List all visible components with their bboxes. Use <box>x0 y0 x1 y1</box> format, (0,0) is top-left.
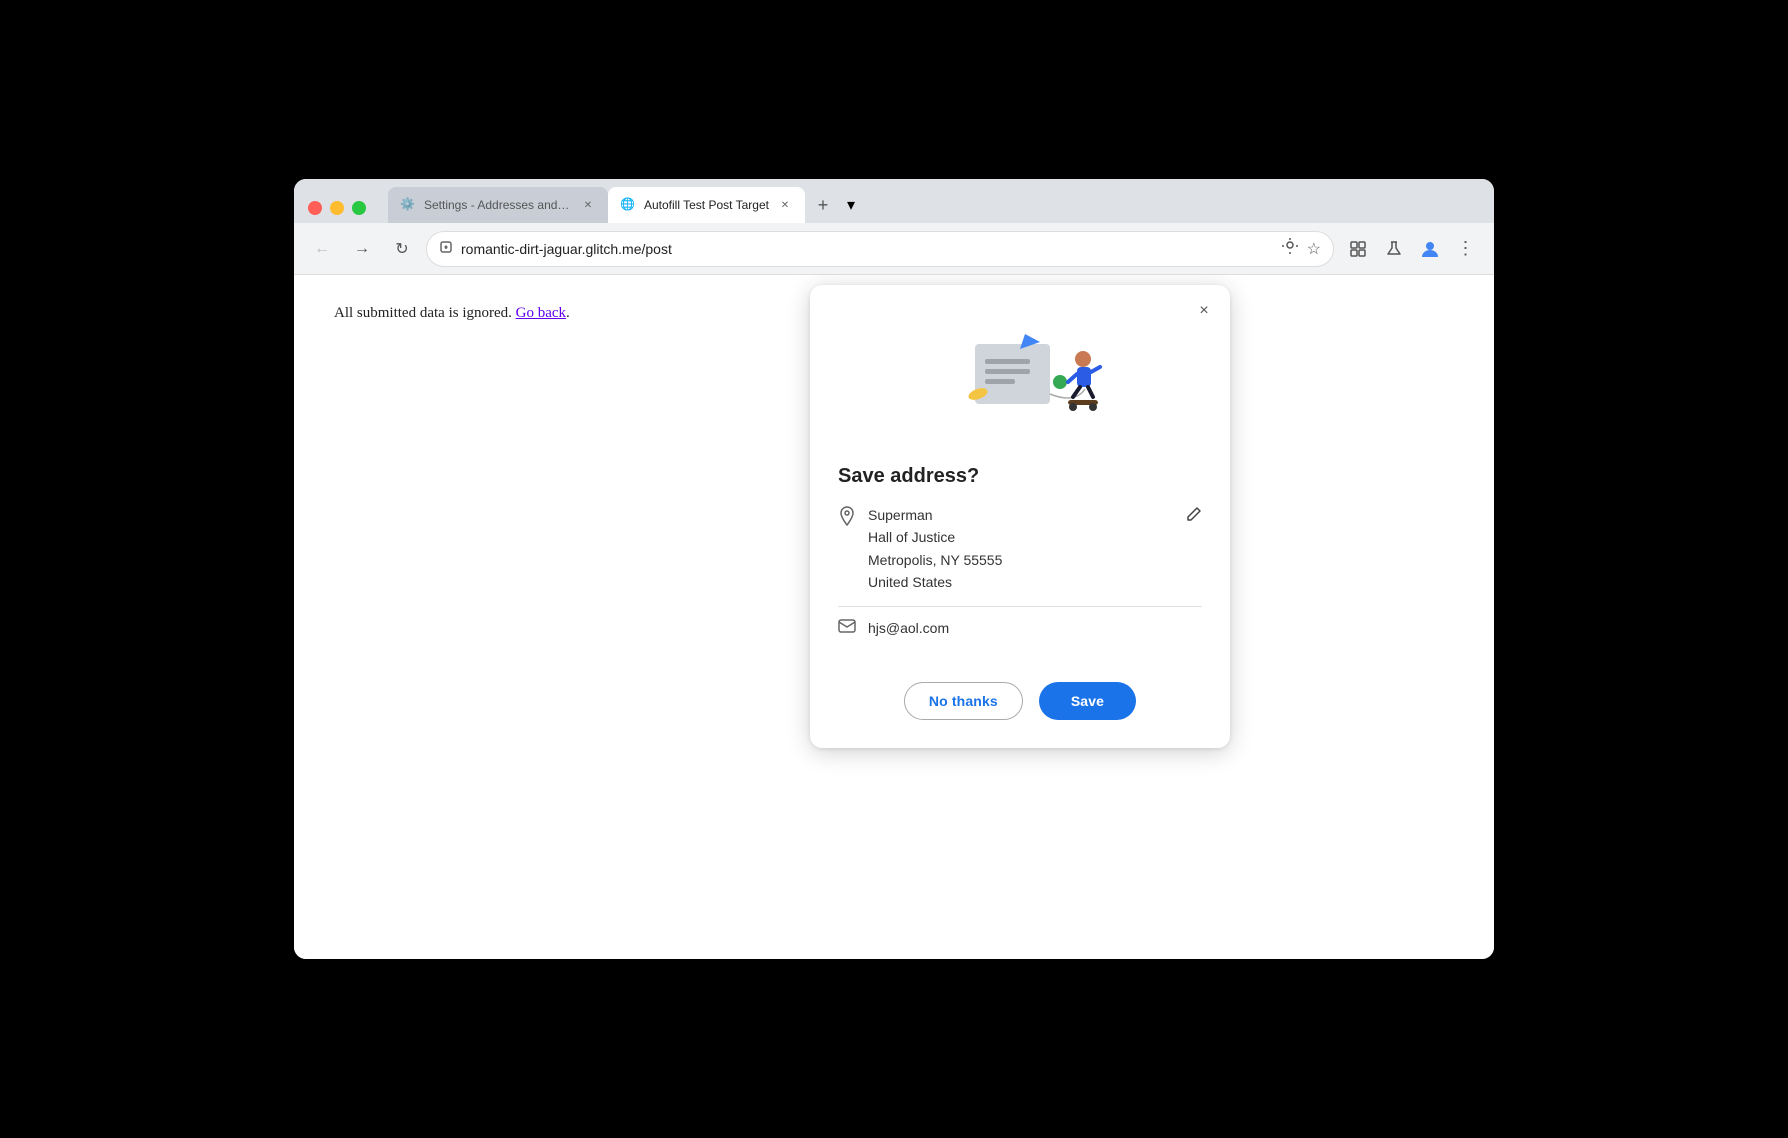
address-line1: Hall of Justice <box>868 526 1174 548</box>
chevron-down-icon: ▾ <box>847 195 855 215</box>
close-button[interactable] <box>308 201 322 215</box>
lab-button[interactable] <box>1378 233 1410 265</box>
page-content: All submitted data is ignored. Go back. … <box>294 275 1494 959</box>
toolbar-right: ⋮ <box>1342 233 1482 265</box>
dialog-illustration <box>920 309 1120 449</box>
email-section: hjs@aol.com <box>838 619 1202 638</box>
profile-button[interactable] <box>1414 233 1446 265</box>
autofill-tab-title: Autofill Test Post Target <box>644 198 769 212</box>
dialog-close-button[interactable]: × <box>1190 297 1218 325</box>
minimize-button[interactable] <box>330 201 344 215</box>
security-icon <box>439 240 453 257</box>
email-icon <box>838 619 856 638</box>
period: . <box>566 305 570 321</box>
bookmark-icon[interactable]: ☆ <box>1307 239 1321 259</box>
tab-dropdown-button[interactable]: ▾ <box>837 191 865 219</box>
save-button[interactable]: Save <box>1039 682 1136 720</box>
address-section: Superman Hall of Justice Metropolis, NY … <box>838 504 1202 594</box>
address-name: Superman <box>868 504 1174 526</box>
menu-button[interactable]: ⋮ <box>1450 233 1482 265</box>
back-button[interactable]: ← <box>306 233 338 265</box>
kebab-icon: ⋮ <box>1457 238 1476 259</box>
address-bar[interactable]: romantic-dirt-jaguar.glitch.me/post ☆ <box>426 231 1334 267</box>
extensions-button[interactable] <box>1342 233 1374 265</box>
address-details: Superman Hall of Justice Metropolis, NY … <box>868 504 1174 594</box>
settings-tab-title: Settings - Addresses and mo <box>424 198 572 212</box>
settings-tab-close[interactable]: ✕ <box>580 197 596 213</box>
divider <box>838 606 1202 607</box>
dialog-title: Save address? <box>838 465 1202 488</box>
no-thanks-button[interactable]: No thanks <box>904 682 1023 720</box>
address-line2: Metropolis, NY 55555 <box>868 549 1174 571</box>
url-text: romantic-dirt-jaguar.glitch.me/post <box>461 241 1273 257</box>
reload-icon: ↻ <box>395 239 408 259</box>
new-tab-button[interactable]: + <box>809 191 837 219</box>
back-icon: ← <box>314 240 330 258</box>
forward-icon: → <box>354 240 370 258</box>
chrome-ui: ⚙️ Settings - Addresses and mo ✕ 🌐 Autof… <box>294 179 1494 275</box>
close-icon: × <box>1199 302 1208 320</box>
browser-window: ⚙️ Settings - Addresses and mo ✕ 🌐 Autof… <box>294 179 1494 959</box>
autofill-tab-icon: 🌐 <box>620 197 636 213</box>
autofill-tab-close[interactable]: ✕ <box>777 197 793 213</box>
location-icon[interactable] <box>1281 237 1299 260</box>
dialog-overlay: × <box>294 275 1494 959</box>
dialog-actions: No thanks Save <box>810 662 1230 748</box>
traffic-lights <box>294 187 380 215</box>
toolbar: ← → ↻ romantic-dirt-jaguar.glitch.me/pos… <box>294 223 1494 275</box>
address-line3: United States <box>868 571 1174 593</box>
maximize-button[interactable] <box>352 201 366 215</box>
edit-address-button[interactable] <box>1186 506 1202 527</box>
tab-autofill[interactable]: 🌐 Autofill Test Post Target ✕ <box>608 187 805 223</box>
reload-button[interactable]: ↻ <box>386 233 418 265</box>
dialog-body: Save address? Superman Hall of Justice <box>810 449 1230 662</box>
email-value: hjs@aol.com <box>868 620 949 636</box>
tab-bar: ⚙️ Settings - Addresses and mo ✕ 🌐 Autof… <box>380 179 873 223</box>
location-pin-icon <box>838 506 856 531</box>
save-address-dialog: × <box>810 285 1230 748</box>
go-back-link[interactable]: Go back <box>516 305 566 321</box>
tab-settings[interactable]: ⚙️ Settings - Addresses and mo ✕ <box>388 187 608 223</box>
forward-button[interactable]: → <box>346 233 378 265</box>
dialog-header: × <box>810 285 1230 449</box>
chrome-top-bar: ⚙️ Settings - Addresses and mo ✕ 🌐 Autof… <box>294 179 1494 223</box>
settings-tab-icon: ⚙️ <box>400 197 416 213</box>
